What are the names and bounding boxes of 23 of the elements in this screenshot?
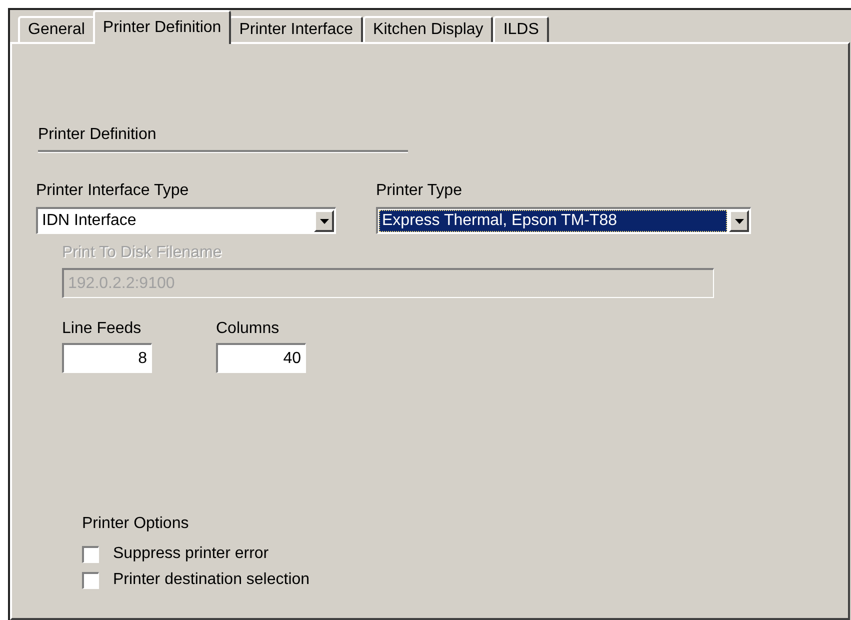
checkbox[interactable]	[82, 546, 99, 562]
tab[interactable]: Printer Interface	[229, 16, 364, 42]
checkbox[interactable]	[82, 572, 99, 588]
caret-icon	[734, 218, 744, 224]
dropdown-button[interactable]	[729, 210, 749, 232]
tab[interactable]: General	[18, 16, 95, 42]
tab[interactable]: Printer Definition	[92, 10, 232, 44]
caret-icon	[320, 218, 328, 224]
number-field[interactable]: 40	[216, 343, 306, 373]
dropdown-button[interactable]	[314, 210, 334, 232]
tab[interactable]: Kitchen Display	[363, 16, 494, 42]
field-label: Line Feeds	[62, 320, 142, 338]
dropdown[interactable]: IDN Interface	[36, 207, 336, 234]
field-label: Printer Interface Type	[36, 182, 190, 200]
section-title: Printer Definition	[38, 126, 156, 143]
number-field[interactable]: 8	[62, 343, 152, 373]
checkbox-label: Printer destination selection	[113, 571, 310, 589]
field-label: Printer Type	[376, 182, 463, 200]
group-title: Printer Options	[82, 515, 190, 533]
checkbox-label: Suppress printer error	[113, 545, 269, 563]
field-label: Columns	[216, 320, 280, 338]
dropdown[interactable]: Express Thermal, Epson TM-T88	[376, 207, 751, 234]
tab[interactable]: ILDS	[493, 16, 549, 42]
